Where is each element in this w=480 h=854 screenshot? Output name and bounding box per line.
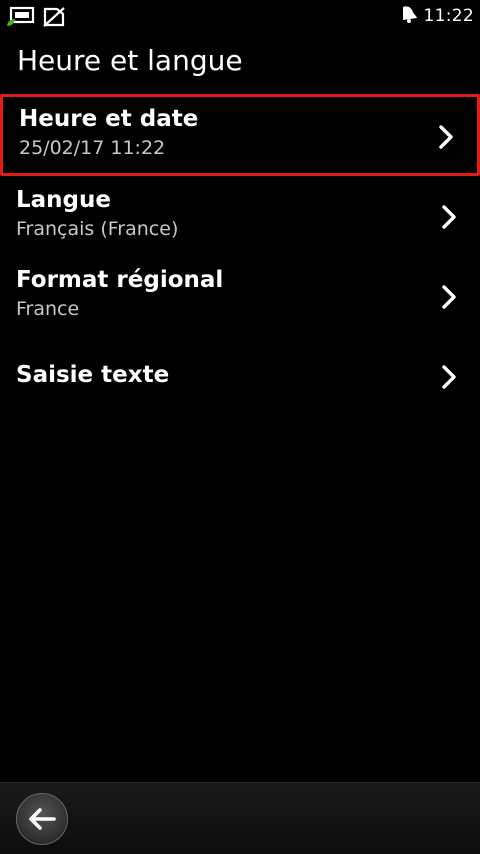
status-bar: 11:22: [0, 0, 480, 34]
chevron-right-icon: [442, 365, 456, 389]
list-item-subtitle: 25/02/17 11:22: [19, 137, 166, 159]
status-clock: 11:22: [423, 6, 474, 26]
back-arrow-icon: [29, 808, 56, 830]
status-right: 11:22: [400, 4, 475, 28]
list-item-title: Langue: [16, 187, 111, 213]
settings-list: Heure et date 25/02/17 11:22 Langue Fran…: [0, 94, 480, 416]
notification-bell-icon: [400, 4, 418, 28]
chevron-right-icon: [442, 205, 456, 229]
list-item-heure-et-date[interactable]: Heure et date 25/02/17 11:22: [0, 94, 480, 176]
list-item-langue[interactable]: Langue Français (France): [0, 176, 480, 256]
list-item-subtitle: France: [16, 298, 80, 320]
list-item-format-regional[interactable]: Format régional France: [0, 256, 480, 336]
usb-charging-icon: [6, 6, 36, 32]
list-item-subtitle: Français (France): [16, 218, 179, 240]
bottom-toolbar: [0, 782, 480, 854]
list-item-title: Heure et date: [19, 106, 199, 132]
list-item-saisie-texte[interactable]: Saisie texte: [0, 336, 480, 416]
back-button[interactable]: [16, 793, 68, 845]
status-left-icons: [6, 6, 66, 32]
chevron-right-icon: [439, 125, 453, 149]
list-item-title: Format régional: [16, 267, 224, 293]
no-sim-icon: [42, 6, 66, 32]
page-title: Heure et langue: [17, 44, 243, 77]
screen: 11:22 Heure et langue Heure et date 25/0…: [0, 0, 480, 854]
chevron-right-icon: [442, 285, 456, 309]
list-item-title: Saisie texte: [16, 362, 170, 388]
